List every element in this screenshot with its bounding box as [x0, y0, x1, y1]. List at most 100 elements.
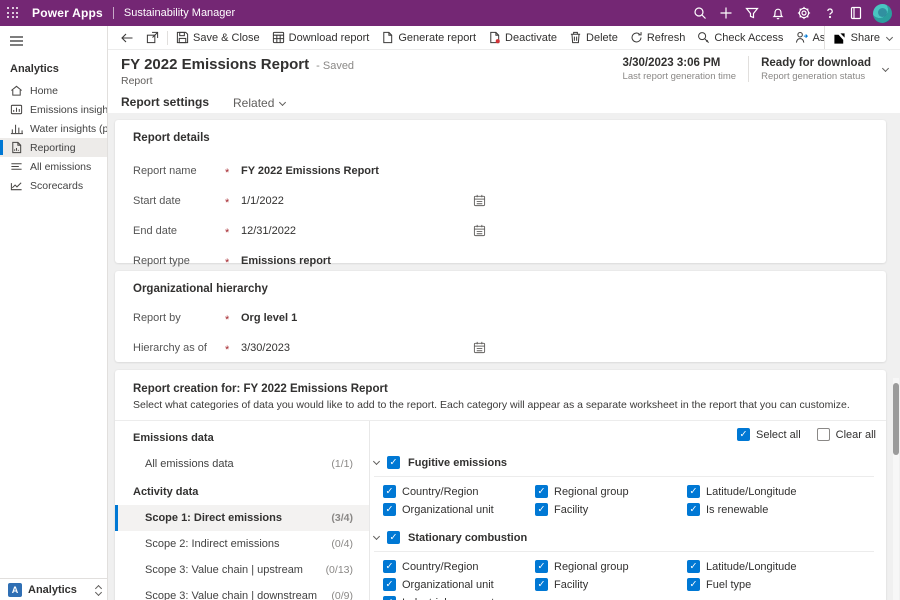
option-checkbox[interactable]: Fuel type — [687, 578, 839, 591]
vertical-scrollbar[interactable] — [893, 378, 899, 600]
emissions-insights-icon — [10, 103, 23, 116]
calendar-icon[interactable] — [473, 341, 486, 357]
filter-icon[interactable] — [739, 0, 765, 26]
app-window: { "colors": { "brand": "#742774", "accen… — [0, 0, 900, 600]
sidebar-item-water-insights[interactable]: Water insights (previ... — [0, 119, 107, 138]
chevron-down-icon — [886, 33, 893, 40]
header-chevron-down-icon[interactable] — [882, 64, 889, 71]
field-value[interactable]: Org level 1 — [241, 312, 297, 324]
option-checkbox[interactable]: Organizational unit — [383, 503, 535, 516]
required-marker: * — [225, 164, 241, 179]
field-value[interactable]: 3/30/2023 — [241, 342, 290, 354]
option-checkbox[interactable]: Latitude/Longitude — [687, 485, 839, 498]
nav-group-label: Analytics — [0, 55, 107, 81]
select-all-checkbox[interactable]: Select all — [737, 428, 801, 441]
option-checkbox[interactable]: Facility — [535, 503, 687, 516]
field-value[interactable]: FY 2022 Emissions Report — [241, 165, 379, 177]
category-scope3-upstream[interactable]: Scope 3: Value chain | upstream (0/13) — [115, 557, 369, 583]
field-start-date[interactable]: Start date * 1/1/2022 — [115, 186, 886, 216]
group-checkbox[interactable] — [387, 456, 400, 469]
waffle-menu-icon[interactable] — [0, 0, 26, 26]
settings-icon[interactable] — [791, 0, 817, 26]
refresh-button[interactable]: Refresh — [624, 26, 692, 50]
delete-icon — [569, 31, 582, 44]
area-switcher[interactable]: A Analytics — [0, 578, 107, 600]
add-icon[interactable] — [713, 0, 739, 26]
option-checkbox[interactable]: Organizational unit — [383, 578, 535, 591]
option-checkbox[interactable]: Regional group — [535, 485, 687, 498]
back-button[interactable] — [114, 26, 140, 50]
category-scope1[interactable]: Scope 1: Direct emissions (3/4) — [115, 505, 369, 531]
option-checkbox[interactable]: Country/Region — [383, 485, 535, 498]
category-scope3-downstream[interactable]: Scope 3: Value chain | downstream (0/9) — [115, 583, 369, 600]
site-navigation: Analytics Home Emissions insights Water … — [0, 26, 108, 600]
scorecards-icon — [10, 179, 23, 192]
reporting-icon — [10, 141, 23, 154]
collapse-chevron-icon[interactable] — [373, 533, 380, 540]
report-creation-title: Report creation for: FY 2022 Emissions R… — [115, 370, 886, 395]
checkbox-checked-icon — [535, 485, 548, 498]
checkbox-checked-icon — [687, 485, 700, 498]
notifications-icon[interactable] — [765, 0, 791, 26]
help-icon[interactable] — [817, 0, 843, 26]
fugitive-options: Country/Region Regional group Latitude/L… — [383, 485, 886, 516]
check-access-icon — [697, 31, 710, 44]
field-value[interactable]: 12/31/2022 — [241, 225, 296, 237]
search-icon[interactable] — [687, 0, 713, 26]
delete-button[interactable]: Delete — [563, 26, 624, 50]
checkbox-checked-icon — [383, 596, 396, 600]
sidebar-item-home[interactable]: Home — [0, 81, 107, 100]
user-avatar[interactable] — [873, 4, 892, 23]
calendar-icon[interactable] — [473, 224, 486, 240]
app-name[interactable]: Power Apps — [32, 6, 103, 20]
option-checkbox[interactable]: Industrial process type — [383, 596, 535, 600]
save-and-close-button[interactable]: Save & Close — [170, 26, 266, 50]
refresh-icon — [630, 31, 643, 44]
sidebar-item-emissions-insights[interactable]: Emissions insights — [0, 100, 107, 119]
field-report-by[interactable]: Report by * Org level 1 — [115, 303, 886, 333]
group-stationary-combustion: Stationary combustion — [374, 531, 886, 544]
guide-icon[interactable] — [843, 0, 869, 26]
deactivate-button[interactable]: Deactivate — [482, 26, 563, 50]
sidebar-item-all-emissions[interactable]: All emissions — [0, 157, 107, 176]
field-report-name[interactable]: Report name * FY 2022 Emissions Report — [115, 156, 886, 186]
group-checkbox[interactable] — [387, 531, 400, 544]
category-scope2[interactable]: Scope 2: Indirect emissions (0/4) — [115, 531, 369, 557]
required-marker: * — [225, 194, 241, 209]
option-checkbox[interactable]: Facility — [535, 578, 687, 591]
check-access-button[interactable]: Check Access — [691, 26, 789, 50]
download-report-icon — [272, 31, 285, 44]
option-checkbox[interactable]: Country/Region — [383, 560, 535, 573]
field-hierarchy-as-of[interactable]: Hierarchy as of * 3/30/2023 — [115, 333, 886, 363]
commandbar-divider — [167, 31, 168, 45]
sidebar-item-reporting[interactable]: Reporting — [0, 138, 107, 157]
option-checkbox[interactable]: Is renewable — [687, 503, 839, 516]
page-header: FY 2022 Emissions Report - Saved Report … — [108, 50, 900, 87]
scrollbar-thumb[interactable] — [893, 383, 899, 455]
save-icon — [176, 31, 189, 44]
page-header-meta: 3/30/2023 3:06 PM Last report generation… — [623, 56, 888, 82]
home-icon — [10, 84, 23, 97]
popout-icon — [146, 31, 159, 44]
collapse-chevron-icon[interactable] — [373, 458, 380, 465]
field-end-date[interactable]: End date * 12/31/2022 — [115, 216, 886, 246]
option-checkbox[interactable]: Regional group — [535, 560, 687, 573]
download-report-button[interactable]: Download report — [266, 26, 376, 50]
divider — [374, 476, 874, 477]
field-value[interactable]: 1/1/2022 — [241, 195, 284, 207]
share-button[interactable]: Share — [824, 26, 900, 50]
option-checkbox[interactable]: Latitude/Longitude — [687, 560, 839, 573]
environment-name[interactable]: Sustainability Manager — [124, 7, 235, 19]
hamburger-menu-icon[interactable] — [0, 26, 107, 55]
clear-all-checkbox[interactable]: Clear all — [817, 428, 876, 441]
selection-count: (0/9) — [331, 590, 353, 600]
page-header-left: FY 2022 Emissions Report - Saved Report — [121, 56, 354, 87]
sidebar-item-scorecards[interactable]: Scorecards — [0, 176, 107, 195]
category-all-emissions-data[interactable]: All emissions data (1/1) — [115, 451, 369, 477]
generate-report-button[interactable]: Generate report — [375, 26, 482, 50]
field-value[interactable]: Emissions report — [241, 255, 331, 267]
checkbox-unchecked-icon — [817, 428, 830, 441]
calendar-icon[interactable] — [473, 194, 486, 210]
last-generation-time: 3/30/2023 3:06 PM Last report generation… — [623, 57, 737, 82]
open-in-new-window-button[interactable] — [140, 26, 165, 50]
